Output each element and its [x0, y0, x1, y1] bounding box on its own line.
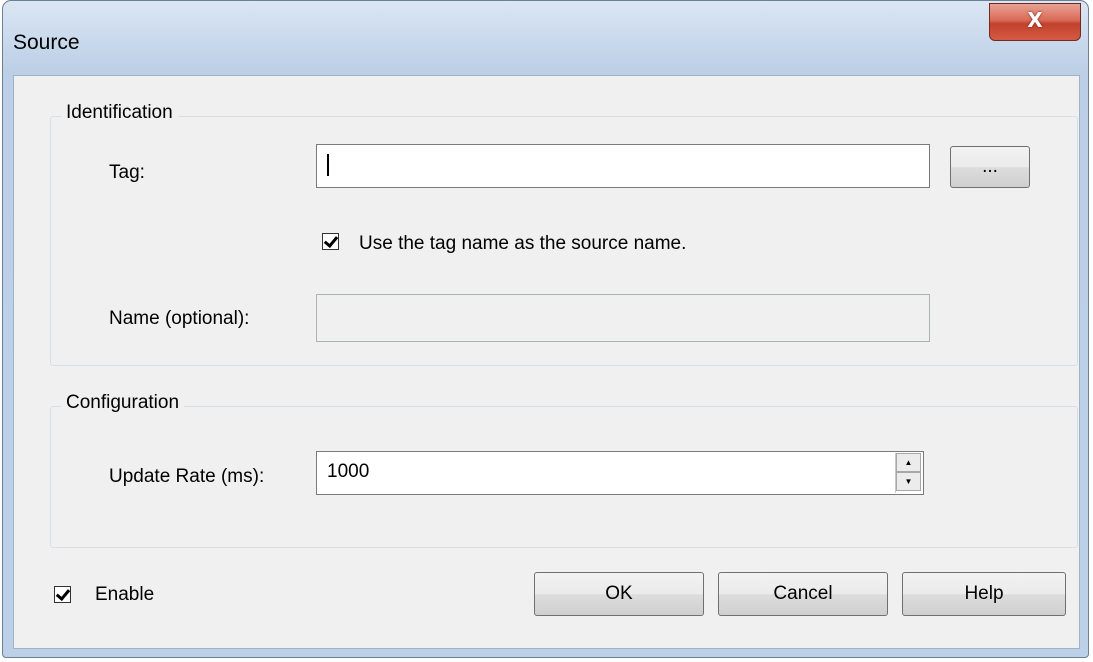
enable-label[interactable]: Enable [95, 584, 154, 606]
dialog-window: Source X Identification Tag: ... Use the… [2, 0, 1089, 658]
spin-up-icon[interactable]: ▲ [896, 453, 921, 472]
update-rate-input[interactable]: 1000 ▲ ▼ [316, 451, 924, 495]
browse-label: ... [982, 156, 998, 177]
dialog-client-area: Identification Tag: ... Use the tag name… [13, 75, 1080, 649]
use-tag-name-label[interactable]: Use the tag name as the source name. [359, 233, 686, 255]
configuration-legend: Configuration [61, 392, 185, 414]
use-tag-name-checkbox[interactable] [322, 233, 339, 250]
name-optional-label: Name (optional): [109, 308, 250, 329]
help-button[interactable]: Help [902, 572, 1066, 616]
close-icon: X [1027, 8, 1043, 32]
ok-button[interactable]: OK [534, 572, 704, 616]
tag-label: Tag: [109, 162, 145, 183]
spin-down-icon[interactable]: ▼ [896, 472, 921, 491]
identification-legend: Identification [61, 102, 178, 124]
window-title: Source [13, 31, 80, 54]
close-button[interactable]: X [989, 3, 1081, 41]
tag-input[interactable] [316, 144, 930, 188]
update-rate-label: Update Rate (ms): [109, 466, 265, 487]
name-input[interactable] [316, 294, 930, 342]
cancel-button[interactable]: Cancel [718, 572, 888, 616]
update-rate-value: 1000 [327, 461, 370, 482]
update-rate-spinner[interactable]: ▲ ▼ [895, 453, 921, 493]
browse-tag-button[interactable]: ... [950, 146, 1030, 188]
text-caret [327, 154, 329, 176]
enable-checkbox[interactable] [54, 586, 71, 603]
